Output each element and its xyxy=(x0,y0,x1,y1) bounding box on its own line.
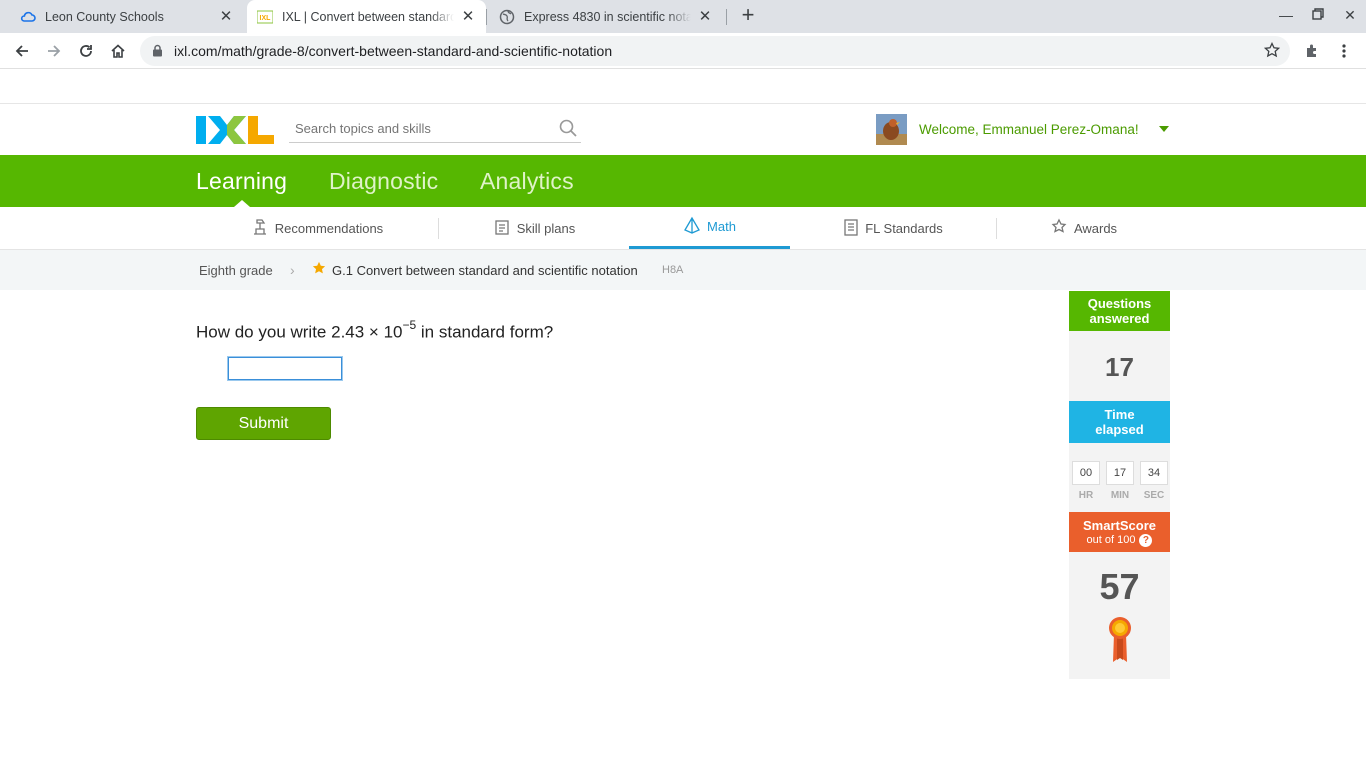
new-tab-button[interactable]: + xyxy=(737,4,759,27)
subnav-label: Recommendations xyxy=(274,220,384,236)
close-tab-icon[interactable]: ✕ xyxy=(218,8,234,25)
timer-hours-unit: HR xyxy=(1078,490,1094,501)
search-box xyxy=(289,115,581,143)
smartscore-label: SmartScore xyxy=(1083,518,1156,533)
browser-tabstrip: Leon County Schools ✕ IXL IXL | Convert … xyxy=(0,0,1366,33)
breadcrumb: Eighth grade › G.1 Convert between stand… xyxy=(0,250,1366,290)
address-bar[interactable]: ixl.com/math/grade-8/convert-between-sta… xyxy=(140,36,1290,66)
nav-diagnostic[interactable]: Diagnostic xyxy=(329,168,438,195)
ribbon-medal-icon xyxy=(1107,616,1133,669)
time-elapsed-header: Time elapsed xyxy=(1069,401,1170,443)
lock-icon xyxy=(152,44,163,62)
subnav-skill-plans[interactable]: Skill plans xyxy=(439,207,629,249)
subnav-label: Math xyxy=(707,219,736,234)
timer-hours: 00 HR xyxy=(1072,461,1100,501)
active-nav-indicator xyxy=(234,200,250,207)
globe-icon xyxy=(499,9,515,25)
answer-input[interactable] xyxy=(228,357,342,380)
timer-minutes-value: 17 xyxy=(1106,461,1134,485)
awards-icon xyxy=(1050,218,1074,239)
questions-answered-header: Questions answered xyxy=(1069,291,1170,331)
restore-icon[interactable] xyxy=(1308,7,1328,25)
browser-tab-leon-county[interactable]: Leon County Schools ✕ xyxy=(8,0,246,33)
close-tab-icon[interactable]: ✕ xyxy=(697,8,713,25)
subnav-label: FL Standards xyxy=(865,220,943,236)
forward-icon[interactable] xyxy=(42,39,66,63)
ixl-header: Welcome, Emmanuel Perez-Omana! xyxy=(0,103,1366,155)
time-label-line-2: elapsed xyxy=(1095,422,1144,437)
back-icon[interactable] xyxy=(10,39,34,63)
svg-text:IXL: IXL xyxy=(260,15,272,22)
bookmark-star-icon[interactable] xyxy=(1263,41,1281,63)
timer-minutes-unit: MIN xyxy=(1110,490,1130,501)
search-icon[interactable] xyxy=(559,119,577,142)
stats-panel: Questions answered 17 Time elapsed 00 HR… xyxy=(1069,291,1170,679)
subnav-math[interactable]: Math xyxy=(629,207,790,249)
timer: 00 HR 17 MIN 34 SEC xyxy=(1072,461,1168,501)
question-exponent: −5 xyxy=(402,318,417,332)
close-tab-icon[interactable]: ✕ xyxy=(460,8,476,25)
browser-tab-ixl[interactable]: IXL IXL | Convert between standard and s… xyxy=(247,0,486,33)
subnav-label: Awards xyxy=(1073,220,1118,236)
timer-hours-value: 00 xyxy=(1072,461,1100,485)
skill-code: H8A xyxy=(662,264,684,276)
help-icon[interactable]: ? xyxy=(1139,534,1153,547)
question-prefix: How do you write 2.43 × 10 xyxy=(196,322,403,342)
close-window-icon[interactable]: ✕ xyxy=(1340,7,1360,25)
question-suffix: in standard form? xyxy=(416,322,554,342)
chevron-right-icon: › xyxy=(290,262,295,278)
cloud-icon xyxy=(20,9,36,25)
subnav-recommendations[interactable]: Recommendations xyxy=(196,207,438,249)
tab-title: Express 4830 in scientific notation xyxy=(524,9,691,24)
breadcrumb-skill: G.1 Convert between standard and scienti… xyxy=(332,263,638,278)
reload-icon[interactable] xyxy=(74,39,98,63)
star-icon[interactable] xyxy=(312,261,326,280)
recommendations-icon xyxy=(251,218,275,239)
subnav-fl-standards[interactable]: FL Standards xyxy=(790,207,996,249)
standards-icon xyxy=(843,218,865,239)
nav-analytics[interactable]: Analytics xyxy=(480,168,574,195)
main-nav: Learning Diagnostic Analytics xyxy=(0,155,1366,207)
smartscore-subtitle: out of 100 ? xyxy=(1069,533,1170,548)
smartscore-value: 57 xyxy=(1099,566,1140,607)
timer-minutes: 17 MIN xyxy=(1106,461,1134,501)
sub-nav: Recommendations Skill plans Math FL Stan… xyxy=(0,207,1366,250)
pyramid-icon xyxy=(683,216,707,237)
timer-seconds: 34 SEC xyxy=(1140,461,1168,501)
breadcrumb-grade[interactable]: Eighth grade xyxy=(199,263,273,278)
avatar[interactable] xyxy=(876,114,907,145)
browser-toolbar: ixl.com/math/grade-8/convert-between-sta… xyxy=(0,33,1366,69)
questions-label-line-1: Questions xyxy=(1087,296,1152,311)
ixl-icon: IXL xyxy=(257,9,273,25)
ixl-logo[interactable] xyxy=(196,114,274,146)
timer-seconds-unit: SEC xyxy=(1143,490,1165,501)
nav-learning[interactable]: Learning xyxy=(196,168,287,195)
browser-tab-express[interactable]: Express 4830 in scientific notation ✕ xyxy=(487,0,725,33)
url-text: ixl.com/math/grade-8/convert-between-sta… xyxy=(174,43,613,59)
tab-title: Leon County Schools xyxy=(45,9,212,24)
time-label-line-1: Time xyxy=(1104,407,1135,422)
home-icon[interactable] xyxy=(106,39,130,63)
menu-kebab-icon[interactable] xyxy=(1332,39,1356,63)
tab-separator xyxy=(726,9,727,25)
minimize-icon[interactable]: — xyxy=(1276,7,1296,25)
search-input[interactable] xyxy=(289,115,539,141)
subnav-label: Skill plans xyxy=(516,220,576,236)
subnav-awards[interactable]: Awards xyxy=(997,207,1170,249)
smartscore-sub-label: out of 100 xyxy=(1086,534,1136,546)
question-prompt: How do you write 2.43 × 10−5 in standard… xyxy=(196,318,554,343)
welcome-message[interactable]: Welcome, Emmanuel Perez-Omana! xyxy=(919,122,1139,137)
extensions-icon[interactable] xyxy=(1300,39,1324,63)
smartscore-header: SmartScore out of 100 ? xyxy=(1069,512,1170,552)
skill-plans-icon xyxy=(493,218,517,239)
chevron-down-icon[interactable] xyxy=(1159,126,1169,132)
timer-seconds-value: 34 xyxy=(1140,461,1168,485)
submit-button[interactable]: Submit xyxy=(196,407,331,440)
questions-answered-value: 17 xyxy=(1105,352,1134,382)
tab-title: IXL | Convert between standard and scien… xyxy=(282,9,454,24)
questions-label-line-2: answered xyxy=(1089,311,1150,326)
